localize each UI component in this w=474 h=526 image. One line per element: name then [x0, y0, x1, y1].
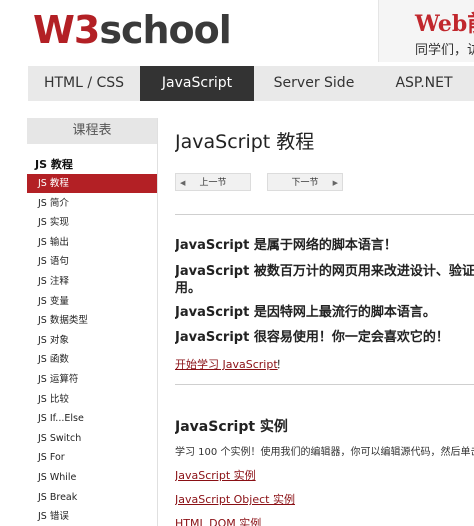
- lead-text: JavaScript 是因特网上最流行的脚本语言。: [175, 305, 436, 320]
- sidebar-item[interactable]: JS 运算符: [27, 370, 157, 389]
- sidebar-item[interactable]: JS 语句: [27, 252, 157, 271]
- prev-label: 上一节: [199, 178, 227, 188]
- sidebar-item[interactable]: JS Break: [27, 488, 157, 507]
- logo-school: school: [99, 8, 231, 52]
- divider: [175, 214, 474, 215]
- logo-w3: W3: [33, 8, 100, 52]
- arrow-right-icon: ▶: [332, 179, 338, 187]
- sidebar-item[interactable]: JS For: [27, 448, 157, 467]
- start-learning-link[interactable]: 开始学习 JavaScript: [175, 356, 278, 372]
- examples-title: JavaScript 实例: [175, 419, 288, 435]
- arrow-left-icon: ◀: [180, 179, 186, 187]
- tab-asp-net[interactable]: ASP.NET: [374, 66, 474, 101]
- sidebar-header: 课程表: [27, 118, 157, 144]
- start-link-suffix: ！: [276, 358, 287, 371]
- sidebar-item[interactable]: JS While: [27, 468, 157, 487]
- sidebar-section-title: JS 教程: [35, 158, 73, 171]
- sidebar-item[interactable]: JS If...Else: [27, 409, 157, 428]
- promo-title: Web前: [415, 11, 474, 37]
- sidebar-item[interactable]: JS 简介: [27, 194, 157, 213]
- examples-description: 学习 100 个实例！使用我们的编辑器，你可以编辑源代码，然后单击: [175, 447, 474, 458]
- main-content: JavaScript 教程 ◀ 上一节 下一节 ▶ JavaScript 是属于…: [175, 118, 474, 526]
- sidebar-item[interactable]: JS Switch: [27, 429, 157, 448]
- sidebar-item[interactable]: JS 输出: [27, 233, 157, 252]
- tab-html-css[interactable]: HTML / CSS: [28, 66, 140, 101]
- lead-text: JavaScript 是属于网络的脚本语言！: [175, 238, 397, 253]
- site-logo[interactable]: W3school: [33, 8, 232, 52]
- sidebar-item[interactable]: JS 函数: [27, 350, 157, 369]
- sidebar-item[interactable]: JS 实现: [27, 213, 157, 232]
- sidebar-item[interactable]: JS 比较: [27, 390, 157, 409]
- promo-banner[interactable]: Web前 同学们，访: [378, 0, 474, 62]
- divider: [175, 384, 474, 385]
- sidebar-item[interactable]: JS 错误: [27, 507, 157, 526]
- sidebar-item[interactable]: JS 数据类型: [27, 311, 157, 330]
- page-title: JavaScript 教程: [175, 131, 315, 153]
- example-link[interactable]: JavaScript Object 实例: [175, 491, 295, 507]
- top-navigation: HTML / CSS JavaScript Server Side ASP.NE…: [28, 66, 474, 101]
- tab-server-side[interactable]: Server Side: [254, 66, 374, 101]
- example-link[interactable]: JavaScript 实例: [175, 467, 256, 483]
- next-button[interactable]: 下一节 ▶: [267, 173, 343, 191]
- lead-text: 用。: [175, 281, 202, 296]
- sidebar-item[interactable]: JS 注释: [27, 272, 157, 291]
- sidebar-item[interactable]: JS 对象: [27, 331, 157, 350]
- prev-button[interactable]: ◀ 上一节: [175, 173, 251, 191]
- site-header: W3school Web前 同学们，访: [0, 0, 474, 66]
- sidebar-item[interactable]: JS 变量: [27, 292, 157, 311]
- example-link[interactable]: HTML DOM 实例: [175, 515, 261, 526]
- next-label: 下一节: [291, 178, 319, 188]
- lead-text: JavaScript 被数百万计的网页用来改进设计、验证表单: [175, 264, 474, 279]
- tab-javascript[interactable]: JavaScript: [140, 66, 254, 101]
- sidebar-item[interactable]: JS 教程: [27, 174, 157, 193]
- promo-subtitle: 同学们，访: [415, 43, 474, 58]
- lead-text: JavaScript 很容易使用！你一定会喜欢它的！: [175, 330, 449, 345]
